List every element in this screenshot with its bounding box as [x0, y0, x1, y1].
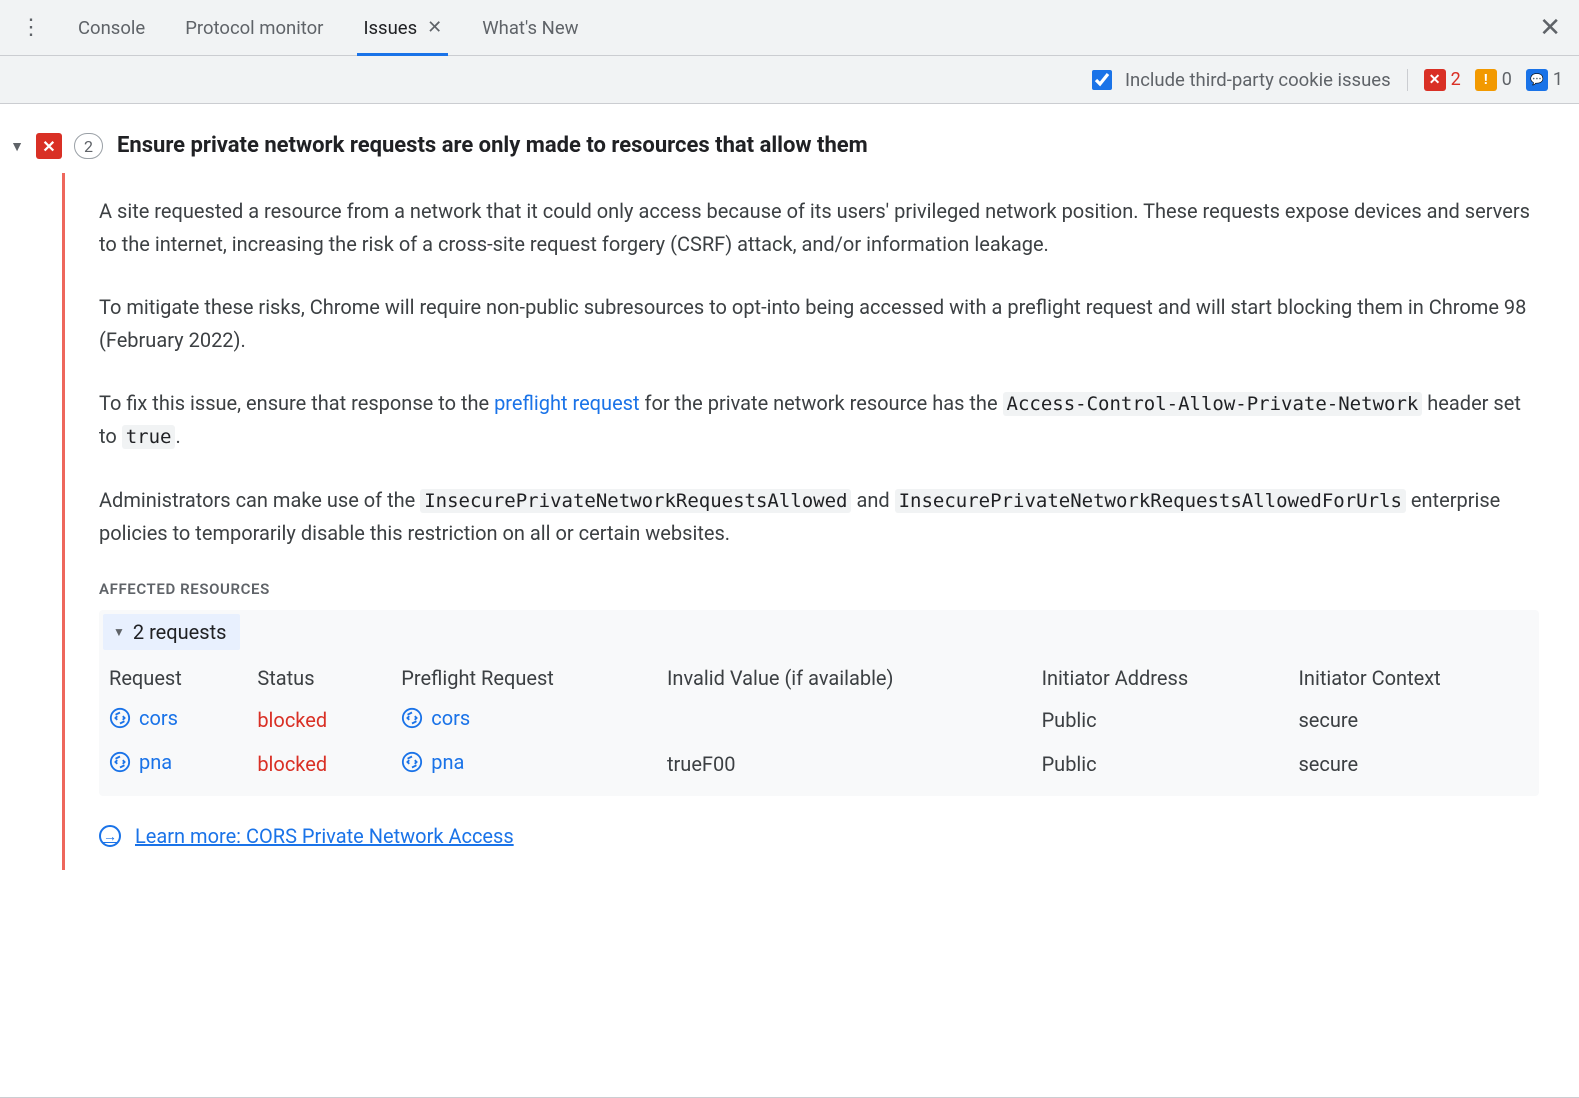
- tab-label: Issues: [363, 17, 417, 39]
- requests-header-label: 2 requests: [133, 620, 227, 644]
- col-status: Status: [247, 658, 391, 698]
- devtools-tabbar: ⋮ Console Protocol monitor Issues ✕ What…: [0, 0, 1579, 56]
- code-header-value: true: [122, 425, 176, 449]
- warning-count-badge[interactable]: 0: [1475, 69, 1512, 91]
- cell-status: blocked: [247, 698, 391, 742]
- error-count: 2: [1451, 69, 1461, 90]
- cell-preflight[interactable]: cors: [391, 698, 657, 742]
- affected-requests-table: Request Status Preflight Request Invalid…: [99, 658, 1539, 786]
- tab-label: What's New: [482, 17, 578, 39]
- error-icon: ✕: [36, 133, 62, 159]
- error-icon: [1424, 69, 1446, 91]
- warning-count: 0: [1502, 69, 1512, 90]
- cell-request[interactable]: pna: [99, 742, 247, 786]
- info-count-badge[interactable]: 1: [1526, 69, 1563, 91]
- cell-initiator-address: Public: [1032, 698, 1289, 742]
- requests-disclosure[interactable]: ▼ 2 requests: [103, 614, 240, 650]
- network-request-icon: [109, 751, 131, 773]
- affected-resources-label: AFFECTED RESOURCES: [99, 580, 1539, 598]
- issue-paragraph: A site requested a resource from a netwo…: [99, 195, 1539, 261]
- info-count: 1: [1553, 69, 1563, 90]
- chevron-down-icon: ▼: [113, 625, 125, 639]
- close-drawer-icon[interactable]: ✕: [1531, 13, 1569, 43]
- col-initiator-context: Initiator Context: [1288, 658, 1539, 698]
- table-row: pnablockedpnatrueF00Publicsecure: [99, 742, 1539, 786]
- divider: [1407, 69, 1408, 91]
- error-count-badge[interactable]: 2: [1424, 69, 1461, 91]
- cell-initiator-context: secure: [1288, 698, 1539, 742]
- col-invalid: Invalid Value (if available): [657, 658, 1032, 698]
- issues-scroll[interactable]: ▼ ✕ 2 Ensure private network requests ar…: [0, 104, 1579, 1097]
- tab-whats-new[interactable]: What's New: [476, 0, 584, 55]
- more-menu-icon[interactable]: ⋮: [16, 17, 54, 39]
- arrow-right-circle-icon: →: [99, 825, 121, 847]
- learn-more-link[interactable]: → Learn more: CORS Private Network Acces…: [99, 824, 514, 848]
- issue-header-row[interactable]: ▼ ✕ 2 Ensure private network requests ar…: [10, 132, 1539, 159]
- close-icon[interactable]: ✕: [427, 17, 442, 38]
- tab-label: Protocol monitor: [185, 17, 323, 39]
- cell-status: blocked: [247, 742, 391, 786]
- issue-paragraph: To mitigate these risks, Chrome will req…: [99, 291, 1539, 357]
- table-row: corsblockedcors Publicsecure: [99, 698, 1539, 742]
- tab-console[interactable]: Console: [72, 0, 151, 55]
- code-policy-name: InsecurePrivateNetworkRequestsAllowedFor…: [895, 489, 1406, 513]
- tab-issues[interactable]: Issues ✕: [357, 0, 448, 55]
- affected-requests-block: ▼ 2 requests Request Status Preflight Re…: [99, 610, 1539, 796]
- tab-strip: Console Protocol monitor Issues ✕ What's…: [72, 0, 585, 55]
- network-request-icon: [401, 707, 423, 729]
- issue-paragraph: To fix this issue, ensure that response …: [99, 387, 1539, 454]
- network-request-icon: [401, 751, 423, 773]
- issue-body: A site requested a resource from a netwo…: [62, 173, 1539, 870]
- issue-paragraph: Administrators can make use of the Insec…: [99, 484, 1539, 550]
- code-policy-name: InsecurePrivateNetworkRequestsAllowed: [420, 489, 851, 513]
- include-third-party-cookie-issues[interactable]: Include third-party cookie issues: [1088, 67, 1391, 93]
- chevron-down-icon[interactable]: ▼: [10, 138, 24, 155]
- code-header-name: Access-Control-Allow-Private-Network: [1003, 392, 1423, 416]
- cell-initiator-address: Public: [1032, 742, 1289, 786]
- info-icon: [1526, 69, 1548, 91]
- warning-icon: [1475, 69, 1497, 91]
- tab-protocol-monitor[interactable]: Protocol monitor: [179, 0, 329, 55]
- col-preflight: Preflight Request: [391, 658, 657, 698]
- cell-invalid-value: [657, 698, 1032, 742]
- include-third-party-checkbox[interactable]: [1092, 70, 1112, 90]
- checkbox-label: Include third-party cookie issues: [1125, 69, 1391, 91]
- col-request: Request: [99, 658, 247, 698]
- cell-initiator-context: secure: [1288, 742, 1539, 786]
- table-header-row: Request Status Preflight Request Invalid…: [99, 658, 1539, 698]
- learn-more-text: Learn more: CORS Private Network Access: [135, 824, 514, 848]
- cell-invalid-value: trueF00: [657, 742, 1032, 786]
- tab-label: Console: [78, 17, 145, 39]
- cell-request[interactable]: cors: [99, 698, 247, 742]
- issue-count-pill: 2: [74, 133, 103, 159]
- issue-title: Ensure private network requests are only…: [117, 133, 868, 158]
- col-initiator-address: Initiator Address: [1032, 658, 1289, 698]
- issues-toolbar: Include third-party cookie issues 2 0 1: [0, 56, 1579, 104]
- network-request-icon: [109, 707, 131, 729]
- cell-preflight[interactable]: pna: [391, 742, 657, 786]
- preflight-request-link[interactable]: preflight request: [494, 391, 639, 415]
- issues-content: ▼ ✕ 2 Ensure private network requests ar…: [0, 104, 1579, 1097]
